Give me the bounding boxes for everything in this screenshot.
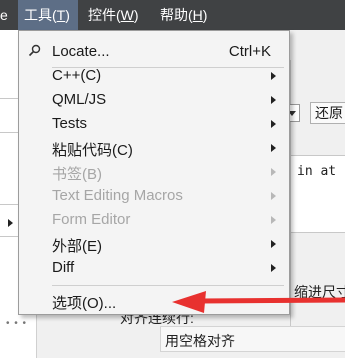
menu-item-label: 粘贴代码(C) [52,142,133,159]
annotation-arrow-icon [172,291,345,313]
menubar-help-label: 帮助(H) [160,7,208,23]
menu-item-form-editor: Form Editor [19,208,289,232]
menubar-item-controls[interactable]: 控件(W) [88,0,150,30]
submenu-arrow-icon [271,96,276,104]
restore-button[interactable]: 还原 [310,102,345,124]
submenu-arrow-icon [271,168,276,176]
menu-item-label: 书签(B) [52,166,102,183]
menu-bar: e 工具(T) 控件(W) 帮助(H) [0,0,345,30]
expand-arrow-icon[interactable] [8,219,13,227]
menubar-item-partial[interactable]: e [0,0,12,30]
menu-item-label: 外部(E) [52,238,102,255]
menu-item-label: Text Editing Macros [52,187,183,204]
submenu-arrow-icon [271,240,276,248]
menu-item-label: QML/JS [52,91,107,108]
code-preview: in at co [290,155,345,233]
menu-item-label: Form Editor [52,211,131,228]
magnifier-icon [28,44,41,57]
menu-item-paste-code[interactable]: 粘贴代码(C) [19,136,289,160]
menu-item-label: Locate... [52,43,110,60]
menu-item-label: Tests [52,115,88,132]
menubar-controls-label: 控件(W) [88,7,139,23]
submenu-arrow-icon [271,264,276,272]
menubar-item-help[interactable]: 帮助(H) [160,0,214,30]
submenu-arrow-icon [271,216,276,224]
alignment-select-value: 用空格对齐 [165,333,235,349]
menu-item-bookmarks: 书签(B) [19,160,289,184]
menu-item-diff[interactable]: Diff [19,256,289,280]
resize-grip-icon[interactable]: • • • [6,318,27,329]
menu-item-qml-js[interactable]: QML/JS [19,88,289,112]
menu-item-external[interactable]: 外部(E) [19,232,289,256]
code-preview-text: in at co [297,164,345,179]
menu-item-label: 选项(O)... [52,295,117,312]
menu-item-shortcut: Ctrl+K [228,43,271,60]
menu-item-tests[interactable]: Tests [19,112,289,136]
menu-item-cpp[interactable]: C++(C) [19,64,289,88]
menu-item-locate[interactable]: Locate... Ctrl+K [19,40,289,64]
menu-item-text-editing-macros: Text Editing Macros [19,184,289,208]
menubar-tools-label: 工具(T) [24,7,70,23]
alignment-select[interactable]: 用空格对齐 [160,326,345,352]
submenu-arrow-icon [271,192,276,200]
submenu-arrow-icon [271,144,276,152]
submenu-arrow-icon [271,120,276,128]
submenu-arrow-icon [271,72,276,80]
tools-menu: Locate... Ctrl+K C++(C) QML/JS Tests 粘贴代… [18,30,290,315]
menu-item-label: Diff [52,259,75,276]
menu-item-label: C++(C) [52,67,102,84]
menubar-item-tools[interactable]: 工具(T) [18,0,78,30]
